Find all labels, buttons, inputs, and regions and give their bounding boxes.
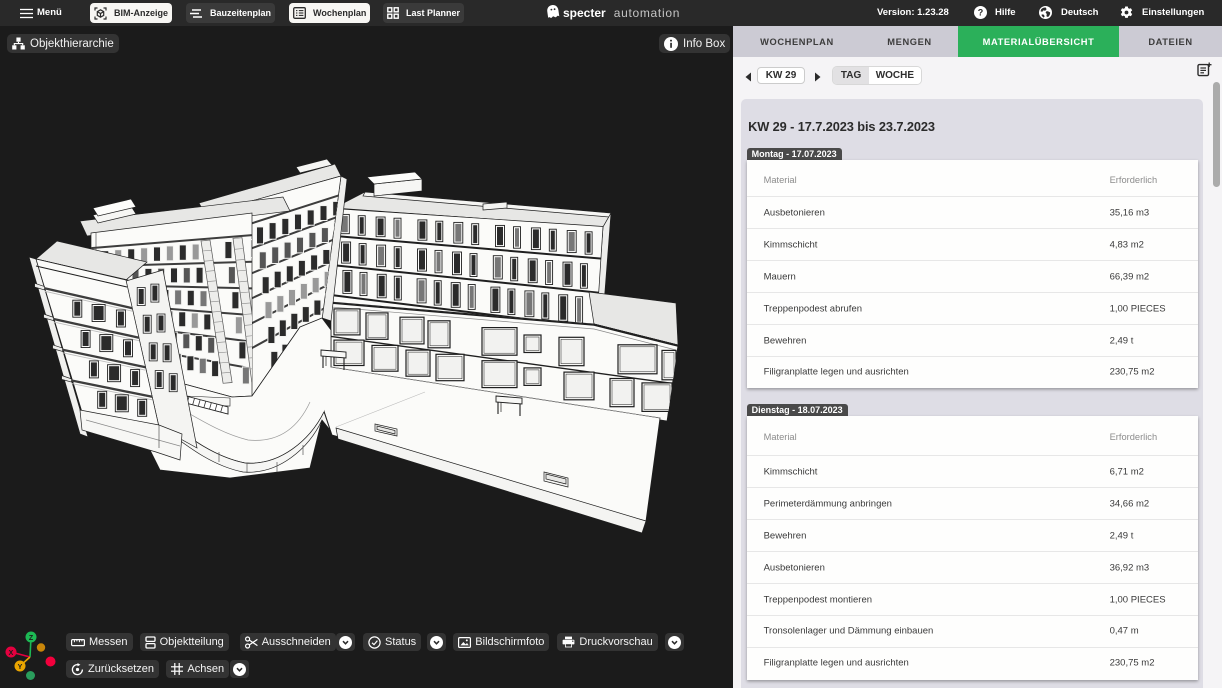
svg-text:?: ? — [978, 8, 984, 18]
svg-text:X: X — [9, 650, 14, 657]
svg-text:Y: Y — [18, 664, 23, 671]
svg-text:Z: Z — [29, 635, 34, 642]
